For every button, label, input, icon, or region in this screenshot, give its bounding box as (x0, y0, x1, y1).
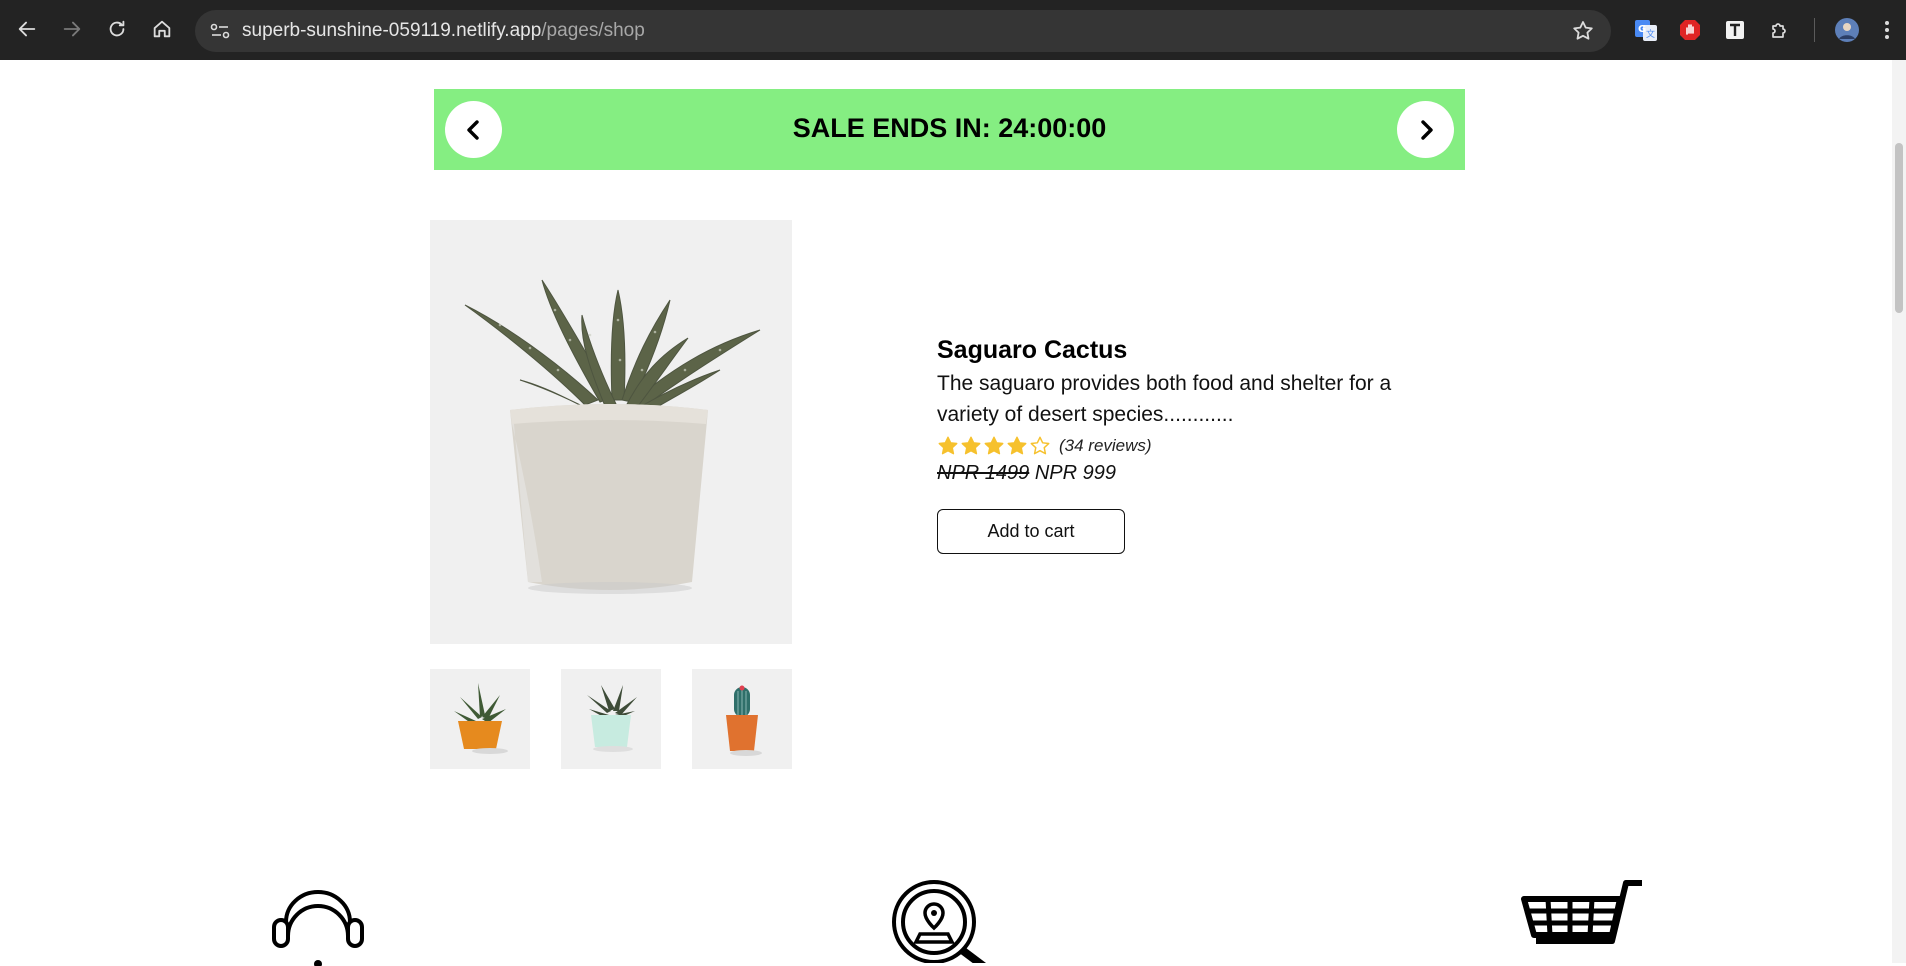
headset-support-icon (272, 890, 364, 966)
sale-banner: SALE ENDS IN: 24:00:00 (434, 89, 1465, 170)
arrow-right-icon (63, 21, 81, 37)
svg-text:G: G (1638, 24, 1646, 35)
location-search-icon (892, 880, 986, 963)
terracotta-pot-cactus-image (726, 685, 762, 756)
url-path: /pages/shop (541, 20, 645, 41)
product-price: NPR 1499 NPR 999 (937, 462, 1437, 485)
address-bar[interactable]: superb-sunshine-059119.netlify.app/pages… (195, 10, 1611, 52)
product-info: Saguaro Cactus The saguaro provides both… (937, 334, 1437, 554)
back-button[interactable] (12, 14, 42, 44)
chevron-right-icon (1420, 119, 1433, 140)
potted-succulent-image (464, 279, 761, 594)
star-filled-icon (938, 436, 958, 455)
review-count: (34 reviews) (1059, 436, 1152, 455)
star-filled-icon (984, 436, 1004, 455)
text-extension-icon[interactable] (1722, 17, 1748, 43)
orange-pot-succulent-image (454, 683, 508, 754)
shopping-cart-icon (1521, 880, 1642, 944)
sale-price: NPR 999 (1034, 462, 1116, 484)
extensions-puzzle-icon[interactable] (1767, 17, 1793, 43)
svg-text:文: 文 (1646, 28, 1655, 40)
product-description: The saguaro provides both food and shelt… (937, 372, 1392, 426)
sale-countdown: SALE ENDS IN: 24:00:00 (792, 113, 1107, 143)
original-price: NPR 1499 (937, 462, 1030, 484)
product-title: Saguaro Cactus (937, 336, 1128, 364)
reload-button[interactable] (102, 14, 132, 44)
star-filled-icon (1007, 436, 1027, 455)
url-text: superb-sunshine-059119.netlify.app/pages… (242, 20, 645, 42)
mint-pot-succulent-image (587, 685, 637, 752)
page-scrollbar[interactable] (1892, 60, 1906, 963)
product-thumbnail[interactable] (430, 669, 530, 769)
star-empty-icon (1030, 436, 1050, 455)
home-button[interactable] (147, 14, 177, 44)
forward-button[interactable] (57, 14, 87, 44)
product-rating: (34 reviews) (937, 432, 1437, 460)
chrome-menu-icon[interactable] (1874, 17, 1900, 43)
banner-next-button[interactable] (1397, 101, 1454, 158)
scrollbar-thumb[interactable] (1895, 143, 1903, 313)
toolbar-divider (1814, 18, 1815, 42)
star-filled-icon (961, 436, 981, 455)
arrow-left-icon (18, 21, 36, 37)
product-thumbnail[interactable] (692, 669, 792, 769)
product-thumbnail[interactable] (561, 669, 661, 769)
shop-page: SALE ENDS IN: 24:00:00 Saguaro Cactus Th… (0, 60, 1906, 966)
product-main-image (430, 220, 792, 644)
rating-stars (937, 435, 1051, 457)
adblock-extension-icon[interactable] (1677, 17, 1703, 43)
home-icon (153, 20, 171, 38)
translate-extension-icon[interactable]: G文 (1633, 17, 1659, 43)
site-info-icon[interactable] (209, 21, 231, 41)
bookmark-star-icon[interactable] (1571, 19, 1595, 43)
profile-avatar[interactable] (1834, 17, 1860, 43)
browser-toolbar: superb-sunshine-059119.netlify.app/pages… (0, 0, 1906, 60)
reload-icon (109, 20, 125, 37)
add-to-cart-button[interactable]: Add to cart (937, 509, 1125, 554)
url-host: superb-sunshine-059119.netlify.app (242, 20, 542, 41)
